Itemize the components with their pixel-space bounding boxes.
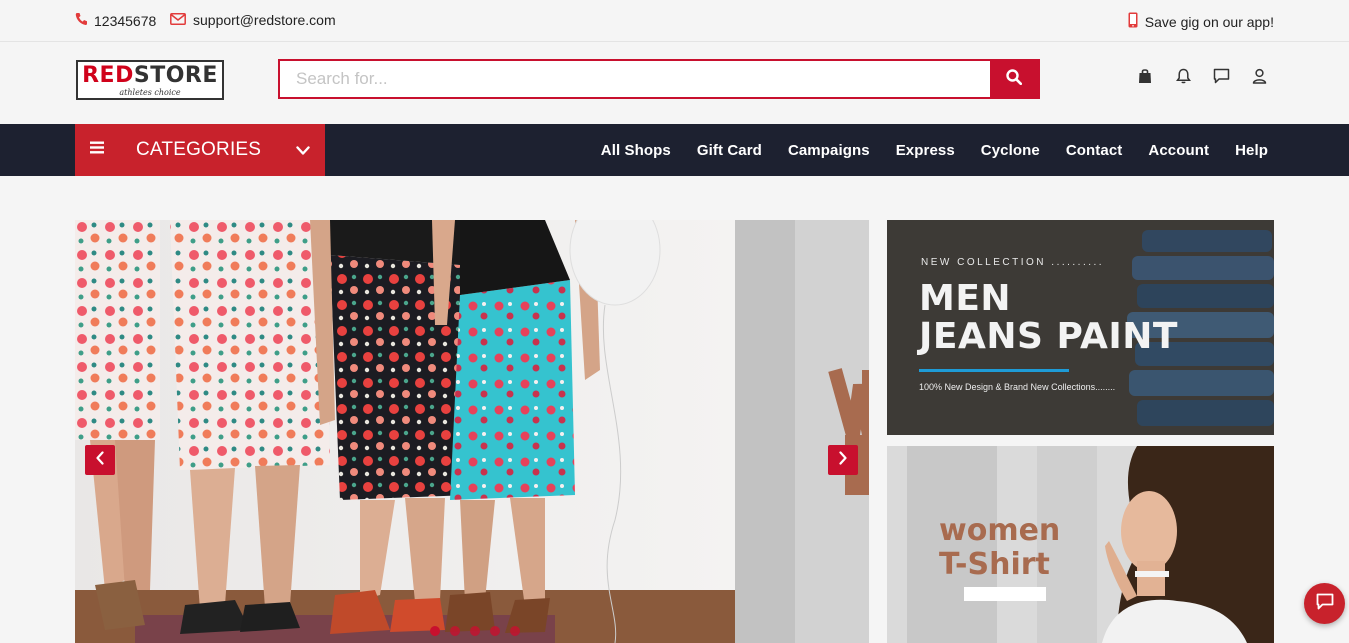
top-app-promo[interactable]: Save gig on our app! bbox=[1128, 12, 1274, 31]
nav-gift-card[interactable]: Gift Card bbox=[697, 142, 762, 159]
slider-dot[interactable] bbox=[490, 626, 500, 636]
next-slide-peek bbox=[735, 220, 869, 643]
envelope-icon bbox=[170, 12, 186, 28]
search-input[interactable] bbox=[280, 61, 990, 97]
slider-dot[interactable] bbox=[510, 626, 520, 636]
categories-label: CATEGORIES bbox=[136, 139, 262, 160]
chat-bubble-icon bbox=[1316, 593, 1334, 615]
men-banner-accent-line bbox=[919, 369, 1069, 372]
main-nav: CATEGORIES All Shops Gift Card Campaigns… bbox=[0, 124, 1349, 176]
nav-links: All Shops Gift Card Campaigns Express Cy… bbox=[601, 124, 1268, 176]
phone-icon bbox=[75, 12, 87, 29]
nav-express[interactable]: Express bbox=[896, 142, 955, 159]
chevron-right-icon bbox=[838, 450, 848, 470]
top-email[interactable]: support@redstore.com bbox=[170, 12, 336, 28]
slider-dot[interactable] bbox=[450, 626, 460, 636]
hamburger-icon bbox=[90, 141, 104, 159]
nav-help[interactable]: Help bbox=[1235, 142, 1268, 159]
top-bar: 12345678 support@redstore.com Save gig o… bbox=[0, 0, 1349, 42]
slider-dot[interactable] bbox=[470, 626, 480, 636]
live-chat-button[interactable] bbox=[1304, 583, 1345, 624]
logo-wordmark: REDSTORE bbox=[82, 63, 218, 88]
hero-slider[interactable] bbox=[75, 220, 869, 643]
site-header: REDSTORE athletes choice bbox=[0, 42, 1349, 124]
slider-next-button[interactable] bbox=[828, 445, 858, 475]
nav-account[interactable]: Account bbox=[1148, 142, 1209, 159]
nav-cyclone[interactable]: Cyclone bbox=[981, 142, 1040, 159]
user-icon[interactable] bbox=[1250, 67, 1268, 85]
men-banner-title: MEN JEANS PAINT bbox=[919, 280, 1178, 356]
header-actions bbox=[1136, 67, 1268, 85]
bell-icon[interactable] bbox=[1174, 67, 1192, 85]
slider-prev-button[interactable] bbox=[85, 445, 115, 475]
top-phone[interactable]: 12345678 bbox=[75, 12, 156, 29]
logo-tagline: athletes choice bbox=[119, 88, 181, 97]
slider-dots bbox=[430, 626, 520, 636]
women-banner-tag bbox=[964, 587, 1046, 601]
phone-number: 12345678 bbox=[94, 12, 157, 29]
nav-all-shops[interactable]: All Shops bbox=[601, 142, 671, 159]
slider-dot[interactable] bbox=[430, 626, 440, 636]
women-banner-title: women T-Shirt bbox=[939, 514, 1060, 582]
app-promo-text: Save gig on our app! bbox=[1144, 13, 1274, 30]
hero-slide-image bbox=[75, 220, 735, 643]
chat-icon[interactable] bbox=[1212, 67, 1230, 85]
men-banner-eyebrow: NEW COLLECTION .......... bbox=[921, 257, 1105, 268]
search-button[interactable] bbox=[990, 61, 1038, 97]
men-banner-title-line2: JEANS PAINT bbox=[919, 316, 1178, 357]
men-banner-subtitle: 100% New Design & Brand New Collections.… bbox=[919, 382, 1116, 392]
support-email: support@redstore.com bbox=[193, 12, 336, 28]
men-jeans-banner[interactable]: NEW COLLECTION .......... MEN JEANS PAIN… bbox=[887, 220, 1274, 435]
search-bar bbox=[278, 59, 1040, 99]
shopping-bag-icon[interactable] bbox=[1136, 67, 1154, 85]
chevron-left-icon bbox=[95, 450, 105, 470]
search-icon bbox=[1006, 68, 1023, 90]
nav-campaigns[interactable]: Campaigns bbox=[788, 142, 870, 159]
mobile-phone-icon bbox=[1128, 12, 1138, 31]
site-logo[interactable]: REDSTORE athletes choice bbox=[76, 60, 224, 100]
categories-button[interactable]: CATEGORIES bbox=[75, 124, 325, 176]
men-banner-title-line1: MEN bbox=[919, 278, 1012, 319]
women-banner-title-line2: T-Shirt bbox=[939, 547, 1050, 582]
women-banner-title-line1: women bbox=[939, 513, 1061, 548]
chevron-down-icon bbox=[296, 143, 310, 161]
women-tshirt-banner[interactable]: women T-Shirt bbox=[887, 446, 1274, 643]
nav-contact[interactable]: Contact bbox=[1066, 142, 1123, 159]
